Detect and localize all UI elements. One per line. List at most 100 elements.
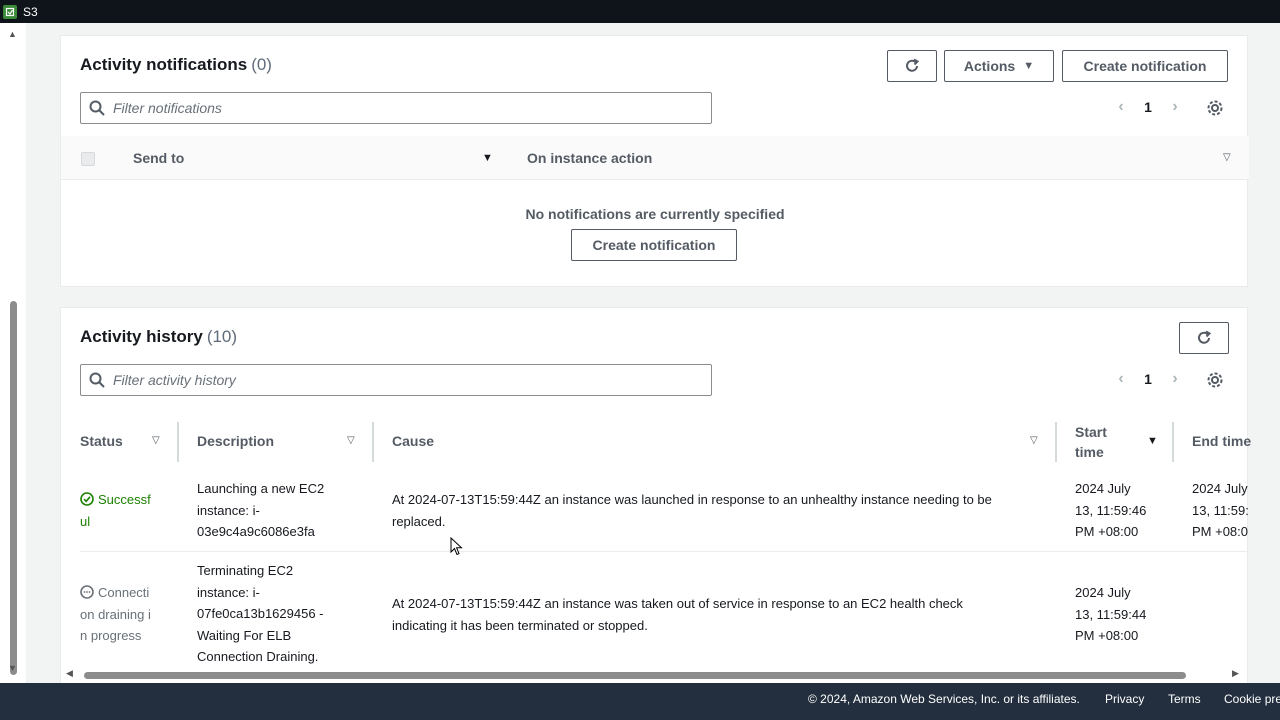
sort-caret-down-icon[interactable]: ▼: [482, 152, 493, 164]
refresh-icon: [1198, 330, 1212, 344]
start-time-line: 2024 July: [1075, 585, 1131, 600]
start-time-line: 13, 11:59:44: [1075, 606, 1147, 622]
notifications-refresh-button[interactable]: [887, 50, 937, 82]
history-count: (10): [206, 327, 238, 346]
column-end-time[interactable]: End time: [1192, 433, 1251, 449]
sort-caret-outline-icon[interactable]: ▽: [1030, 435, 1038, 446]
caret-down-icon: ▼: [1023, 60, 1035, 72]
filter-notifications-input[interactable]: [113, 100, 693, 116]
column-divider[interactable]: [372, 422, 374, 462]
notifications-table-header: Send to ▼ On instance action ▽: [61, 136, 1249, 180]
column-divider[interactable]: [177, 422, 179, 462]
copyright-text: © 2024, Amazon Web Services, Inc. or its…: [808, 692, 1080, 706]
column-divider[interactable]: [1172, 422, 1174, 462]
description-line: Waiting For ELB: [197, 627, 292, 643]
horizontal-scrollbar[interactable]: ◀ ▶: [60, 667, 1250, 683]
status-text-line3: n progress: [80, 628, 142, 643]
status-text-line1: Connecti: [98, 585, 150, 600]
column-send-to[interactable]: Send to: [133, 150, 184, 166]
horizontal-scroll-thumb[interactable]: [84, 672, 1186, 679]
status-text-line2: on draining i: [80, 606, 151, 622]
description-line: 03e9c4a9c6086e3fa: [197, 524, 315, 539]
scroll-down-icon[interactable]: ▼: [8, 663, 17, 673]
start-time-label-line1: Start: [1075, 424, 1107, 440]
search-icon: [89, 100, 105, 116]
cause-line: indicating it has been terminated or sto…: [392, 617, 648, 633]
actions-dropdown-button[interactable]: Actions ▼: [944, 50, 1054, 82]
notifications-empty-message: No notifications are currently specified: [525, 206, 785, 222]
cause-line: At 2024-07-13T15:59:44Z an instance was …: [392, 492, 992, 507]
end-time-line: 2024 July: [1192, 481, 1248, 496]
scroll-right-icon[interactable]: ▶: [1232, 668, 1239, 679]
notifications-title: Activity notifications (0): [80, 55, 272, 75]
actions-label: Actions: [963, 58, 1016, 74]
cookie-preferences-link[interactable]: Cookie pre: [1224, 692, 1280, 706]
scroll-left-icon[interactable]: ◀: [66, 668, 73, 679]
filter-notifications-field[interactable]: [80, 92, 712, 124]
start-time-line: PM +08:00: [1075, 524, 1139, 539]
select-all-checkbox[interactable]: [81, 152, 95, 166]
status-text-line1: Successf: [98, 492, 151, 507]
terms-link[interactable]: Terms: [1168, 692, 1201, 706]
start-time-label-line2: time: [1075, 443, 1104, 460]
console-footer: © 2024, Amazon Web Services, Inc. or its…: [0, 683, 1280, 720]
app-icon: [3, 4, 17, 19]
history-title-text: Activity history: [80, 327, 203, 346]
notifications-pagination: ‹ 1 ›: [1111, 98, 1185, 116]
column-status[interactable]: Status: [80, 433, 123, 449]
row-status: Connecti on draining i n progress: [80, 582, 151, 647]
notifications-page-number[interactable]: 1: [1131, 99, 1165, 115]
history-refresh-button[interactable]: [1179, 322, 1229, 354]
chevron-right-icon[interactable]: ›: [1165, 370, 1185, 388]
scroll-up-icon[interactable]: ▲: [8, 29, 17, 39]
privacy-link[interactable]: Privacy: [1105, 692, 1144, 706]
description-line: Launching a new EC2: [197, 481, 325, 496]
vertical-scrollbar[interactable]: ▲ ▼: [0, 23, 26, 683]
column-start-time[interactable]: Start time: [1075, 423, 1107, 462]
cause-line: replaced.: [392, 513, 446, 529]
end-time-line: 13, 11:59:: [1192, 502, 1249, 518]
description-line: instance: i-: [197, 584, 260, 600]
empty-create-notification-button[interactable]: Create notification: [571, 229, 737, 261]
main-content: Activity notifications (0) Actions ▼ Crea…: [26, 23, 1280, 683]
filter-activity-history-input[interactable]: [113, 372, 693, 388]
sort-caret-outline-icon[interactable]: ▽: [152, 435, 160, 446]
row-cause: At 2024-07-13T15:59:44Z an instance was …: [392, 593, 1052, 636]
description-line: Connection Draining.: [197, 649, 319, 664]
app-title: S3: [23, 4, 38, 19]
start-time-line: 2024 July: [1075, 481, 1131, 496]
row-description: Terminating EC2 instance: i- 07fe0ca13b1…: [197, 560, 324, 668]
gear-icon[interactable]: [1206, 99, 1224, 117]
start-time-line: 13, 11:59:46: [1075, 502, 1147, 518]
refresh-icon: [906, 58, 920, 72]
row-status: Successf ul: [80, 489, 151, 532]
sort-caret-outline-icon[interactable]: ▽: [347, 435, 355, 446]
vertical-scroll-thumb[interactable]: [10, 301, 17, 675]
activity-notifications-panel: Activity notifications (0) Actions ▼ Crea…: [60, 35, 1249, 287]
chevron-right-icon[interactable]: ›: [1165, 98, 1185, 116]
chevron-left-icon[interactable]: ‹: [1111, 370, 1131, 388]
search-icon: [89, 372, 105, 388]
row-start-time: 2024 July 13, 11:59:44 PM +08:00: [1075, 582, 1146, 647]
start-time-line: PM +08:00: [1075, 628, 1139, 643]
column-description[interactable]: Description: [197, 433, 274, 449]
success-check-icon: [80, 492, 94, 506]
gear-icon[interactable]: [1206, 371, 1224, 389]
create-notification-button[interactable]: Create notification: [1062, 50, 1228, 82]
cause-line: At 2024-07-13T15:59:44Z an instance was …: [392, 596, 963, 611]
chevron-left-icon[interactable]: ‹: [1111, 98, 1131, 116]
sort-caret-down-icon[interactable]: ▼: [1147, 435, 1158, 447]
row-start-time: 2024 July 13, 11:59:46 PM +08:00: [1075, 478, 1146, 543]
filter-activity-history-field[interactable]: [80, 364, 712, 396]
row-separator: [80, 551, 1249, 552]
history-page-number[interactable]: 1: [1131, 371, 1165, 387]
column-divider[interactable]: [1055, 422, 1057, 462]
column-cause[interactable]: Cause: [392, 433, 434, 449]
description-line: instance: i-: [197, 502, 260, 518]
row-description: Launching a new EC2 instance: i- 03e9c4a…: [197, 478, 324, 543]
history-pagination: ‹ 1 ›: [1111, 370, 1185, 388]
column-on-instance-action[interactable]: On instance action: [527, 150, 652, 166]
sort-caret-outline-icon[interactable]: ▽: [1223, 152, 1231, 163]
notifications-count: (0): [251, 55, 272, 74]
status-text-line2: ul: [80, 513, 91, 529]
